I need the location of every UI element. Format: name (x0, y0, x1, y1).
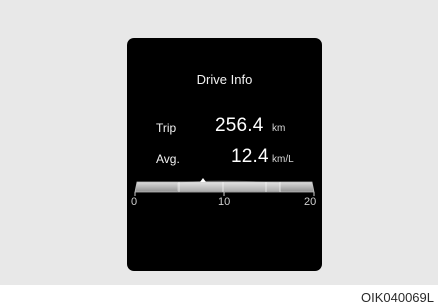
trip-value: 256.4 (215, 115, 264, 136)
avg-value: 12.4 (231, 146, 269, 167)
gauge-tick-label-10: 10 (218, 196, 231, 208)
trip-label: Trip (156, 121, 177, 135)
cluster-display: Drive Info Trip 256.4 km Avg. 12.4 km/L … (127, 38, 322, 271)
avg-unit: km/L (272, 154, 294, 165)
avg-label: Avg. (156, 152, 180, 166)
gauge-segment-highlight (177, 180, 280, 191)
trip-unit: km (272, 123, 286, 134)
gauge-marker (200, 178, 206, 182)
gauge-tick-label-20: 20 (304, 196, 317, 208)
figure-code: OIK040069L (360, 290, 434, 305)
gauge-tick-label-0: 0 (131, 196, 138, 208)
drive-info-title: Drive Info (196, 72, 253, 87)
